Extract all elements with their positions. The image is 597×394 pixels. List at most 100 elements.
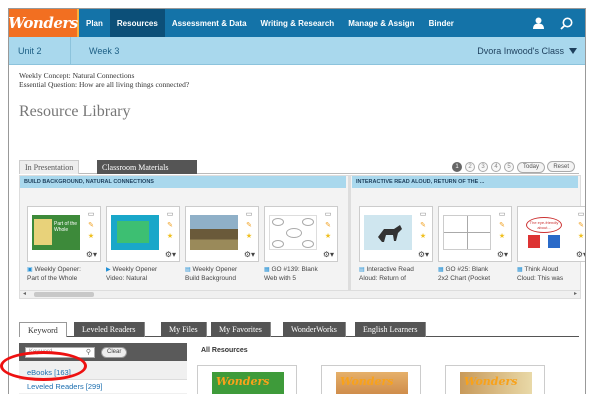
book-logo: Wonders [340, 375, 394, 388]
logo-text: Wonders [8, 14, 78, 32]
card-thumbnail-box[interactable]: ▭ ✎ ★ ⚙▾ [359, 206, 433, 262]
scroll-thumb[interactable] [34, 292, 94, 297]
resource-card[interactable]: Part of the Whole ▭ ✎ ★ ⚙▾ ▣ Weekly Opener… [27, 206, 101, 288]
resource-card[interactable]: The eye-friendly about... ▭ ✎ ★ ⚙▾ ▦ Think… [517, 206, 585, 288]
presentation-icon[interactable]: ▭ [246, 210, 253, 218]
search-icon[interactable]: ⚲ [86, 348, 91, 356]
tab-my-files[interactable]: My Files [161, 322, 207, 337]
tab-english-learners[interactable]: English Learners [355, 322, 427, 337]
clear-button[interactable]: Clear [101, 346, 128, 358]
class-selector[interactable]: Dvora Inwood's Class [477, 46, 585, 56]
pencil-icon[interactable]: ✎ [246, 221, 252, 229]
tab-keyword[interactable]: Keyword [19, 322, 67, 337]
card-thumbnail [443, 215, 491, 250]
unit-selector[interactable]: Unit 2 [9, 36, 71, 65]
search-icon[interactable] [560, 17, 573, 30]
gear-icon[interactable]: ⚙▾ [86, 250, 97, 259]
card-thumbnail-box[interactable]: Part of the Whole ▭ ✎ ★ ⚙▾ [27, 206, 101, 262]
star-icon[interactable]: ★ [578, 232, 584, 240]
card-thumbnail-box[interactable]: ▭ ✎ ★ ⚙▾ [264, 206, 338, 262]
tab-in-presentation[interactable]: In Presentation [19, 160, 80, 174]
presentation-icon[interactable]: ▭ [499, 210, 506, 218]
card-label: ▶ Weekly Opener Video: Natural [106, 266, 180, 282]
book-logo: Wonders [464, 375, 518, 388]
nav-assessment[interactable]: Assessment & Data [165, 9, 254, 37]
card-thumbnail-box[interactable]: ▭ ✎ ★ ⚙▾ [106, 206, 180, 262]
card-title-line2: Build Background [185, 274, 236, 282]
pencil-icon[interactable]: ✎ [167, 221, 173, 229]
page-4-button[interactable]: 4 [490, 162, 501, 172]
gear-icon[interactable]: ⚙▾ [323, 250, 334, 259]
pencil-icon[interactable]: ✎ [325, 221, 331, 229]
gear-icon[interactable]: ⚙▾ [418, 250, 429, 259]
page-2-button[interactable]: 2 [464, 162, 475, 172]
resource-card[interactable]: ▭ ✎ ★ ⚙▾ ▦ GO #139: Blank Web with 5 [264, 206, 338, 288]
star-icon[interactable]: ★ [499, 232, 505, 240]
card-thumbnail-box[interactable]: The eye-friendly about... ▭ ✎ ★ ⚙▾ [517, 206, 585, 262]
resource-card[interactable]: ▭ ✎ ★ ⚙▾ ▤ Weekly Opener Build Background [185, 206, 259, 288]
gear-icon[interactable]: ⚙▾ [497, 250, 508, 259]
presentation-icon[interactable]: ▭ [578, 210, 585, 218]
presentation-icon[interactable]: ▭ [88, 210, 95, 218]
pencil-icon[interactable]: ✎ [88, 221, 94, 229]
gear-icon[interactable]: ⚙▾ [165, 250, 176, 259]
resource-card[interactable]: ▭ ✎ ★ ⚙▾ ▦ GO #25: Blank 2x2 Chart (Pocket [438, 206, 512, 288]
card-thumbnail-box[interactable]: ▭ ✎ ★ ⚙▾ [438, 206, 512, 262]
book-cover: Wonders [460, 372, 532, 394]
today-button[interactable]: Today [516, 161, 545, 173]
search-tabs: Keyword Leveled Readers My Files My Favo… [19, 320, 579, 337]
top-nav: Wonders Plan Resources Assessment & Data… [9, 9, 585, 37]
pencil-icon[interactable]: ✎ [578, 221, 584, 229]
card-thumbnail [190, 215, 238, 250]
book-cover: Wonders [336, 372, 408, 394]
wonders-logo[interactable]: Wonders [9, 9, 79, 37]
page-1-button[interactable]: 1 [451, 162, 462, 172]
doc-icon: ▦ [517, 267, 523, 273]
scroll-left-icon[interactable]: ◂ [23, 290, 26, 297]
star-icon[interactable]: ★ [420, 232, 426, 240]
card-label: ▤ Weekly Opener Build Background [185, 266, 259, 282]
presentation-icon[interactable]: ▭ [420, 210, 427, 218]
resource-book[interactable]: Wonders [321, 365, 421, 394]
wolf-illustration [378, 225, 402, 242]
presentation-icon[interactable]: ▭ [325, 210, 332, 218]
tab-wonderworks[interactable]: WonderWorks [283, 322, 346, 337]
scroll-right-icon[interactable]: ▸ [574, 290, 577, 297]
resource-book[interactable]: Wonders [445, 365, 545, 394]
page-5-button[interactable]: 5 [503, 162, 514, 172]
gear-icon[interactable]: ⚙▾ [576, 250, 585, 259]
star-icon[interactable]: ★ [325, 232, 331, 240]
resource-book[interactable]: Wonders [197, 365, 297, 394]
star-icon[interactable]: ★ [246, 232, 252, 240]
user-icon[interactable] [533, 17, 544, 29]
book-logo: Wonders [216, 375, 270, 388]
tab-leveled-readers[interactable]: Leveled Readers [74, 322, 145, 337]
section-header-build-background: BUILD BACKGROUND, NATURAL CONNECTIONS [20, 176, 346, 188]
card-thumbnail [364, 215, 412, 250]
gear-icon[interactable]: ⚙▾ [244, 250, 255, 259]
filter-leveled-readers[interactable]: Leveled Readers [299] [19, 379, 187, 393]
star-icon[interactable]: ★ [167, 232, 173, 240]
nav-binder[interactable]: Binder [422, 9, 461, 37]
tab-classroom-materials[interactable]: Classroom Materials [97, 160, 197, 174]
resource-card[interactable]: ▭ ✎ ★ ⚙▾ ▶ Weekly Opener Video: Natural [106, 206, 180, 288]
week-selector[interactable]: Week 3 [71, 46, 119, 56]
reset-button[interactable]: Reset [547, 161, 575, 172]
nav-manage[interactable]: Manage & Assign [341, 9, 421, 37]
pencil-icon[interactable]: ✎ [499, 221, 505, 229]
page-3-button[interactable]: 3 [477, 162, 488, 172]
card-label: ▦ Think Aloud Cloud: This was [517, 266, 585, 282]
presentation-icon[interactable]: ▭ [167, 210, 174, 218]
nav-plan[interactable]: Plan [79, 9, 110, 37]
pencil-icon[interactable]: ✎ [420, 221, 426, 229]
card-thumbnail [269, 215, 317, 250]
page-title: Resource Library [19, 103, 131, 120]
carousel-scrollbar[interactable]: ◂ ▸ [20, 290, 580, 298]
pager: 1 2 3 4 5 Today [451, 160, 545, 174]
resource-card[interactable]: ▭ ✎ ★ ⚙▾ ▤ Interactive Read Aloud: Return o… [359, 206, 433, 288]
star-icon[interactable]: ★ [88, 232, 94, 240]
card-thumbnail-box[interactable]: ▭ ✎ ★ ⚙▾ [185, 206, 259, 262]
tab-my-favorites[interactable]: My Favorites [211, 322, 271, 337]
nav-writing[interactable]: Writing & Research [254, 9, 342, 37]
nav-resources[interactable]: Resources [109, 9, 165, 37]
